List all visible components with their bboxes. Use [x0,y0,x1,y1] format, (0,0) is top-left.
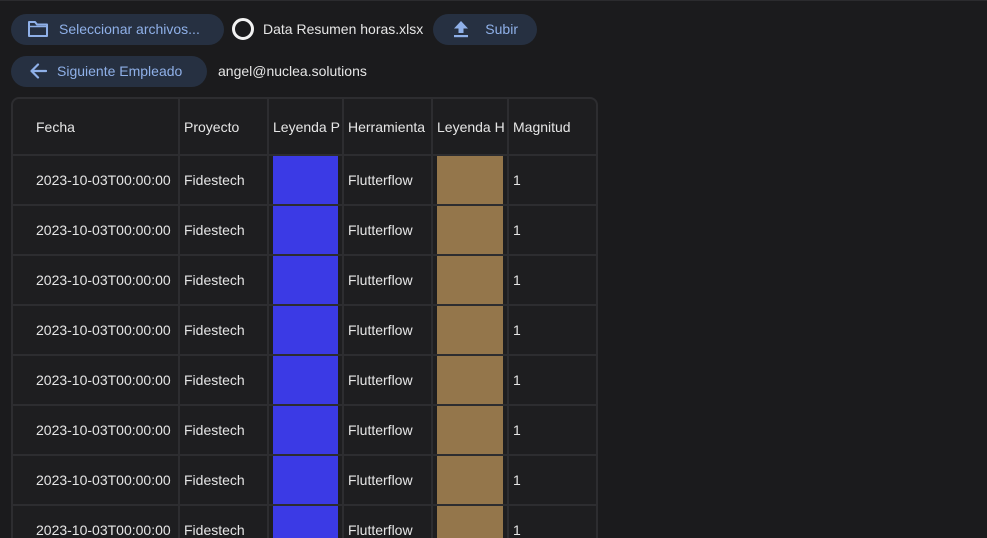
cell-herramienta: Flutterflow [342,154,433,206]
column-header-magnitud[interactable]: Magnitud [507,99,596,156]
tool-color-swatch [437,307,503,353]
tool-color-swatch [437,157,503,203]
page: Seleccionar archivos... Data Resumen hor… [0,0,987,538]
cell-leyenda-h [431,454,509,506]
tool-color-swatch [437,407,503,453]
cell-leyenda-p [267,404,344,456]
selected-file-status: Data Resumen horas.xlsx [232,18,423,40]
column-header-proyecto[interactable]: Proyecto [178,99,269,156]
table-header-row: Fecha Proyecto Leyenda P Herramienta Ley… [13,99,596,156]
cell-leyenda-p [267,204,344,256]
upload-button[interactable]: Subir [433,13,538,45]
cell-proyecto: Fidestech [178,354,269,406]
upload-label: Subir [485,21,518,37]
file-toolbar: Seleccionar archivos... Data Resumen hor… [11,13,538,45]
cell-leyenda-h [431,504,509,538]
cell-fecha: 2023-10-03T00:00:00 [13,504,180,538]
cell-fecha: 2023-10-03T00:00:00 [13,204,180,256]
project-color-swatch [273,157,338,203]
cell-proyecto: Fidestech [178,454,269,506]
cell-fecha: 2023-10-03T00:00:00 [13,154,180,206]
arrow-left-icon [29,63,47,79]
cell-leyenda-h [431,304,509,356]
cell-leyenda-h [431,354,509,406]
cell-proyecto: Fidestech [178,154,269,206]
cell-magnitud: 1 [507,454,596,506]
cell-herramienta: Flutterflow [342,504,433,538]
table-body: 2023-10-03T00:00:00 Fidestech Flutterflo… [13,154,596,538]
user-email: angel@nuclea.solutions [218,63,367,79]
hours-table-container[interactable]: Fecha Proyecto Leyenda P Herramienta Ley… [11,97,598,538]
cell-herramienta: Flutterflow [342,354,433,406]
project-color-swatch [273,307,338,353]
cell-herramienta: Flutterflow [342,254,433,306]
project-color-swatch [273,207,338,253]
cell-herramienta: Flutterflow [342,304,433,356]
project-color-swatch [273,257,338,303]
cell-leyenda-h [431,204,509,256]
project-color-swatch [273,357,338,403]
table-row[interactable]: 2023-10-03T00:00:00 Fidestech Flutterflo… [13,504,596,538]
select-files-button[interactable]: Seleccionar archivos... [11,13,224,45]
cell-leyenda-p [267,354,344,406]
cell-magnitud: 1 [507,254,596,306]
project-color-swatch [273,407,338,453]
table-row[interactable]: 2023-10-03T00:00:00 Fidestech Flutterflo… [13,304,596,356]
column-header-leyenda-h[interactable]: Leyenda H [431,99,509,156]
cell-fecha: 2023-10-03T00:00:00 [13,304,180,356]
cell-proyecto: Fidestech [178,254,269,306]
hours-table: Fecha Proyecto Leyenda P Herramienta Ley… [13,99,596,538]
upload-icon [453,20,469,38]
cell-leyenda-p [267,454,344,506]
cell-magnitud: 1 [507,304,596,356]
cell-magnitud: 1 [507,404,596,456]
cell-proyecto: Fidestech [178,404,269,456]
cell-leyenda-p [267,504,344,538]
cell-proyecto: Fidestech [178,304,269,356]
next-employee-label: Siguiente Empleado [57,63,183,79]
folder-icon [27,20,49,38]
column-header-leyenda-p[interactable]: Leyenda P [267,99,344,156]
cell-magnitud: 1 [507,354,596,406]
project-color-swatch [273,457,338,503]
cell-proyecto: Fidestech [178,504,269,538]
table-row[interactable]: 2023-10-03T00:00:00 Fidestech Flutterflo… [13,404,596,456]
circle-outline-icon [232,18,254,40]
cell-leyenda-p [267,154,344,206]
table-row[interactable]: 2023-10-03T00:00:00 Fidestech Flutterflo… [13,204,596,256]
project-color-swatch [273,507,338,538]
cell-leyenda-p [267,304,344,356]
cell-herramienta: Flutterflow [342,454,433,506]
cell-proyecto: Fidestech [178,204,269,256]
table-row[interactable]: 2023-10-03T00:00:00 Fidestech Flutterflo… [13,154,596,206]
cell-fecha: 2023-10-03T00:00:00 [13,454,180,506]
column-header-herramienta[interactable]: Herramienta [342,99,433,156]
cell-leyenda-h [431,404,509,456]
tool-color-swatch [437,357,503,403]
cell-magnitud: 1 [507,504,596,538]
cell-leyenda-h [431,254,509,306]
selected-file-name: Data Resumen horas.xlsx [263,21,424,37]
tool-color-swatch [437,257,503,303]
table-row[interactable]: 2023-10-03T00:00:00 Fidestech Flutterflo… [13,354,596,406]
next-employee-button[interactable]: Siguiente Empleado [11,55,207,87]
cell-fecha: 2023-10-03T00:00:00 [13,354,180,406]
select-files-label: Seleccionar archivos... [59,21,200,37]
employee-toolbar: Siguiente Empleado angel@nuclea.solution… [11,55,367,87]
table-row[interactable]: 2023-10-03T00:00:00 Fidestech Flutterflo… [13,454,596,506]
cell-magnitud: 1 [507,204,596,256]
cell-leyenda-p [267,254,344,306]
cell-magnitud: 1 [507,154,596,206]
cell-fecha: 2023-10-03T00:00:00 [13,254,180,306]
cell-leyenda-h [431,154,509,206]
cell-fecha: 2023-10-03T00:00:00 [13,404,180,456]
tool-color-swatch [437,507,503,538]
tool-color-swatch [437,457,503,503]
cell-herramienta: Flutterflow [342,204,433,256]
column-header-fecha[interactable]: Fecha [13,99,180,156]
table-row[interactable]: 2023-10-03T00:00:00 Fidestech Flutterflo… [13,254,596,306]
cell-herramienta: Flutterflow [342,404,433,456]
tool-color-swatch [437,207,503,253]
